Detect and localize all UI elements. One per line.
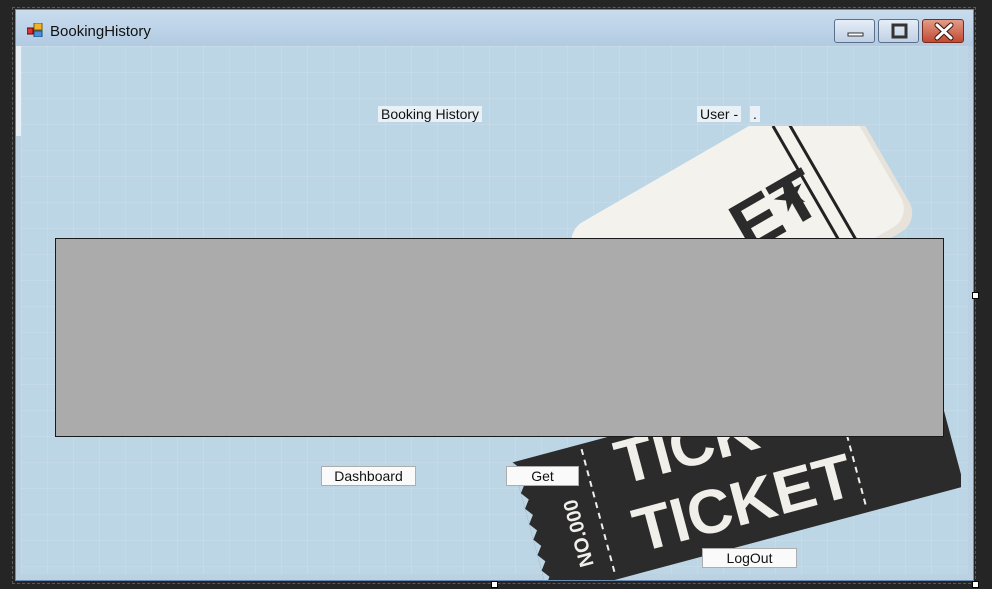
form-designer-surface: BookingHistory ET TICKET TICK NO.000 Boo…	[0, 0, 992, 589]
minimize-icon	[847, 32, 864, 37]
user-label: User -	[697, 106, 742, 122]
booking-history-heading: Booking History	[378, 106, 483, 122]
form-client-area: ET TICKET TICK NO.000 Booking History Us…	[21, 46, 968, 580]
maximize-button[interactable]	[878, 19, 919, 43]
resize-handle-corner[interactable]	[972, 581, 979, 588]
booking-history-grid[interactable]	[55, 238, 944, 437]
app-icon	[27, 23, 43, 37]
booking-history-window: BookingHistory ET TICKET TICK NO.000 Boo…	[15, 9, 974, 581]
maximize-icon	[891, 23, 908, 39]
client-left-edge	[16, 46, 21, 136]
get-button[interactable]: Get	[506, 466, 579, 486]
logout-button[interactable]: LogOut	[702, 548, 797, 568]
dashboard-button[interactable]: Dashboard	[321, 466, 416, 486]
window-title: BookingHistory	[50, 23, 151, 40]
close-button[interactable]	[922, 19, 964, 43]
title-bar[interactable]: BookingHistory	[16, 10, 973, 46]
resize-handle-bottom[interactable]	[491, 581, 498, 588]
minimize-button[interactable]	[834, 19, 875, 43]
close-icon	[934, 22, 954, 41]
resize-handle-right[interactable]	[972, 292, 979, 299]
username-value: .	[750, 106, 760, 122]
